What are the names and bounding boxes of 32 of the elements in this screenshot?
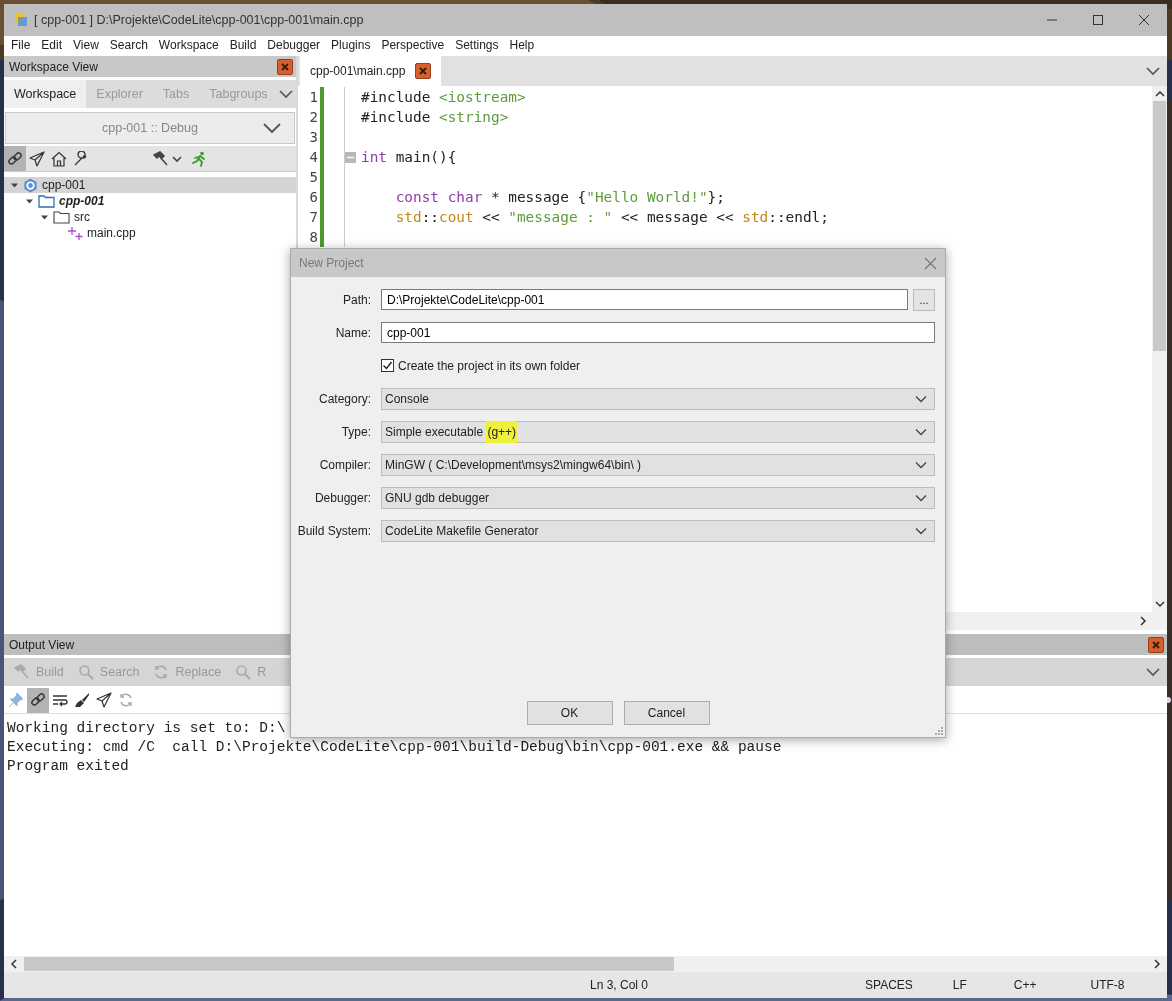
line-number: 7 — [308, 209, 318, 225]
status-item: Ln 3, Col 0 — [590, 978, 649, 992]
field-label: Category: — [317, 391, 372, 406]
window-title: [ cpp-001 ] D:\Projekte\CodeLite\cpp-001\cpp-001\main.cpp — [34, 13, 364, 27]
output-line: Executing: cmd /C call D:\Projekte\CodeLite\cpp-001\build-Debug\bin\cpp-001.exe && pause — [7, 738, 782, 757]
code-line: int main(){ — [361, 149, 457, 165]
field-label: Name: — [334, 325, 372, 340]
line-number: 5 — [308, 169, 318, 185]
field-label: Debugger: — [313, 490, 372, 505]
line-number: 3 — [308, 129, 318, 145]
code-line: #include <iostream> — [361, 89, 526, 105]
line-number: 4 — [308, 149, 318, 165]
line-number: 6 — [308, 189, 318, 205]
field-label: Type: — [340, 424, 372, 439]
field-label: Build System: — [296, 523, 372, 538]
status-item: C++ — [1013, 978, 1037, 992]
dialog-title: New Project — [299, 256, 364, 270]
panel-title: Workspace View — [9, 59, 98, 74]
panel-title: Output View — [9, 637, 75, 652]
code-line: const char * message {"Hello World!"}; — [394, 189, 725, 205]
status-item: UTF-8 — [1090, 978, 1125, 992]
field-label: Compiler: — [318, 457, 372, 472]
line-number: 2 — [308, 109, 318, 125]
status-item: SPACES — [865, 978, 913, 992]
output-line: Working directory is set to: D:\ — [7, 719, 286, 738]
code-line: #include <string> — [361, 109, 509, 125]
output-line: Program exited — [7, 757, 129, 776]
line-number: 8 — [308, 229, 318, 245]
field-label: Path: — [341, 292, 372, 307]
line-number: 1 — [308, 89, 318, 105]
status-item: LF — [952, 978, 967, 992]
code-line: std::cout << "message : " << message << std::endl; — [394, 209, 829, 225]
